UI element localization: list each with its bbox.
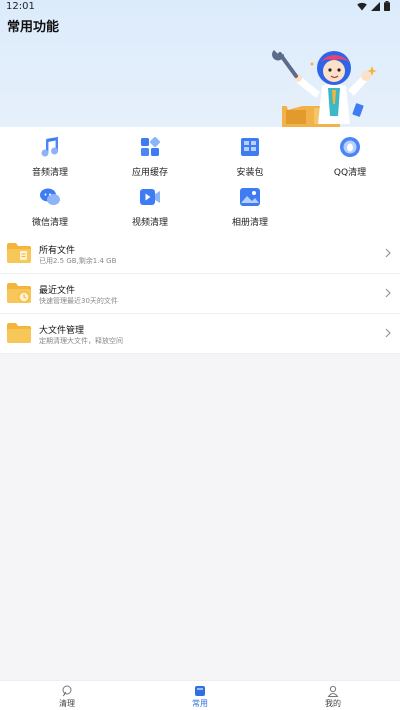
person-icon (327, 685, 339, 697)
tool-label: QQ清理 (333, 168, 367, 178)
package-icon (241, 138, 259, 156)
status-icons (357, 1, 390, 11)
tool-label: 相册清理 (231, 218, 268, 228)
app-grid-icon (141, 136, 161, 156)
video-play-icon (140, 189, 160, 205)
tools-grid: 音频清理 应用缓存 安装包 QQ清理 微信清理 视频清理 相册清理 (0, 127, 400, 234)
status-time: 12:01 (6, 1, 35, 12)
tab-label: 我的 (325, 699, 341, 708)
folder-icon (7, 323, 31, 343)
qq-penguin-icon (340, 137, 360, 157)
tab-mine[interactable]: 我的 (266, 681, 400, 710)
chevron-right-icon (385, 288, 391, 298)
signal-icon (371, 1, 380, 11)
folder-clock-icon (7, 283, 31, 303)
tool-photo-clean[interactable]: 相册清理 (200, 177, 300, 228)
tool-wechat-clean[interactable]: 微信清理 (0, 177, 100, 228)
broom-icon (62, 685, 72, 697)
list-item-subtitle: 快速管理最近30天的文件 (39, 297, 118, 305)
page-title: 常用功能 (7, 20, 60, 35)
header-banner: 12:01 常用功能 (0, 0, 400, 127)
tab-clean[interactable]: 清理 (0, 681, 134, 710)
hero-illustration (272, 50, 377, 127)
list-item-recent-files[interactable]: 最近文件 快速管理最近30天的文件 (0, 274, 400, 314)
list-item-subtitle: 定期清理大文件，释放空间 (39, 337, 123, 345)
file-list: 所有文件 已用2.5 GB,剩余1.4 GB 最近文件 快速管理最近30天的文件… (0, 234, 400, 354)
status-bar: 12:01 (0, 0, 400, 14)
tool-app-cache[interactable]: 应用缓存 (100, 127, 200, 178)
chevron-right-icon (385, 248, 391, 258)
list-item-large-files[interactable]: 大文件管理 定期清理大文件，释放空间 (0, 314, 400, 354)
list-item-all-files[interactable]: 所有文件 已用2.5 GB,剩余1.4 GB (0, 234, 400, 274)
grid-square-icon (195, 686, 205, 696)
music-note-icon (41, 137, 58, 157)
tool-qq-clean[interactable]: QQ清理 (300, 127, 400, 178)
photo-icon (240, 188, 260, 206)
tool-label: 视频清理 (131, 218, 168, 228)
list-item-title: 大文件管理 (39, 326, 85, 336)
tool-audio-clean[interactable]: 音频清理 (0, 127, 100, 178)
wechat-icon (40, 188, 60, 205)
list-item-title: 所有文件 (39, 246, 76, 256)
folder-storage-icon (7, 243, 31, 263)
tool-install-package[interactable]: 安装包 (200, 127, 300, 178)
wifi-icon (357, 2, 367, 10)
chevron-right-icon (385, 328, 391, 338)
tab-label: 常用 (192, 699, 208, 708)
list-item-title: 最近文件 (39, 286, 76, 296)
tool-label: 微信清理 (31, 218, 68, 228)
bottom-tab-bar: 清理 常用 我的 (0, 680, 400, 710)
battery-icon (384, 1, 390, 11)
list-item-subtitle: 已用2.5 GB,剩余1.4 GB (39, 257, 117, 265)
tab-label: 清理 (59, 699, 75, 708)
tab-common[interactable]: 常用 (133, 681, 267, 710)
tool-video-clean[interactable]: 视频清理 (100, 177, 200, 228)
